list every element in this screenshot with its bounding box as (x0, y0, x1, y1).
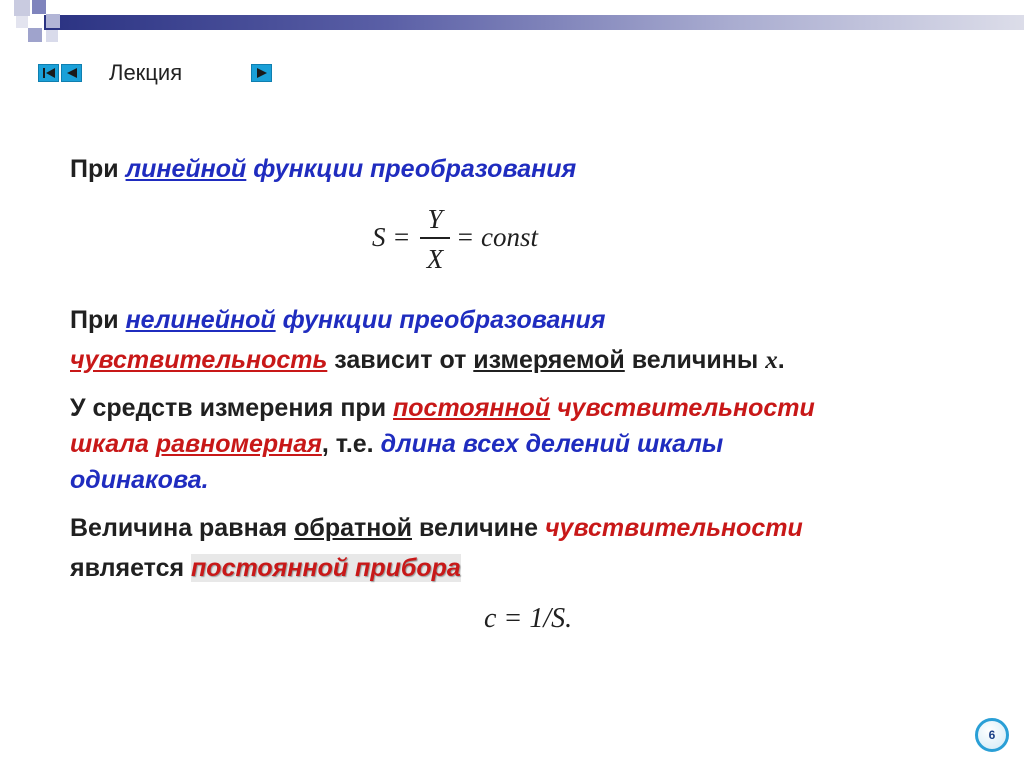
text-middle: величине (412, 514, 545, 542)
formula-rhs: = const (456, 222, 538, 252)
fraction-bar (420, 237, 450, 239)
variable-x: x (765, 347, 778, 374)
text-prefix: При (70, 155, 126, 183)
term-uniform: равномерная (155, 430, 322, 458)
lecture-title: Лекция (109, 60, 183, 85)
nav-group-back (38, 64, 82, 82)
term-sensitivity: чувствительности (544, 514, 803, 542)
term-measured: измеряемой (473, 346, 625, 374)
text-depends: зависит от (327, 346, 474, 374)
decor-square (32, 0, 46, 14)
formula-device-constant: c = 1/S. (484, 603, 572, 635)
formula-numerator: Y (427, 204, 443, 234)
triangle-right-icon (256, 68, 267, 78)
term-scale: шкала (70, 430, 156, 458)
text-prefix: У средств измерения при (70, 394, 394, 422)
term-constant: постоянной (393, 394, 551, 422)
header-gradient-bar (44, 15, 1024, 30)
skip-to-start-icon (42, 68, 55, 78)
term-nonlinear: нелинейной (125, 306, 276, 334)
text-quantity: величины (624, 346, 766, 374)
formula-denominator: X (426, 244, 444, 274)
text-transform-function: функции преобразования (275, 306, 606, 334)
decor-square (46, 14, 60, 28)
text-ie: , т.е. (321, 430, 381, 458)
paragraph-nonlinear-line2: чувствительность зависит от измеряемой в… (70, 346, 785, 374)
text-transform-function: функции преобразования (246, 155, 577, 183)
page-number: 6 (988, 728, 996, 742)
formula-text: c = 1/S. (484, 603, 573, 634)
paragraph-constant-line3: одинакова. (70, 468, 209, 493)
term-sensitivity: чувствительность (70, 346, 328, 374)
nav-first-button[interactable] (38, 64, 59, 82)
decor-square (14, 0, 30, 16)
paragraph-nonlinear-line1: При нелинейной функции преобразования (70, 308, 606, 333)
decor-square (28, 28, 42, 42)
text-division-length: длина всех делений шкалы (380, 430, 724, 458)
text-dot: . (777, 346, 785, 374)
term-linear: линейной (125, 155, 247, 183)
paragraph-constant-line2: шкала равномерная, т.е. длина всех делен… (70, 432, 723, 457)
paragraph-linear: При линейной функции преобразования (70, 157, 576, 182)
formula-lhs: S = (372, 222, 411, 252)
decor-square (46, 30, 58, 42)
term-inverse: обратной (294, 514, 412, 542)
page-number-badge: 6 (975, 718, 1009, 752)
decor-square (16, 16, 28, 28)
text-same: одинакова. (70, 466, 209, 494)
paragraph-constant-line1: У средств измерения при постоянной чувст… (70, 396, 815, 421)
text-prefix: Величина равная (70, 514, 295, 542)
triangle-left-icon (66, 68, 77, 78)
term-device-constant: постоянной прибора (191, 554, 461, 582)
nav-prev-button[interactable] (61, 64, 82, 82)
nav-group-forward (251, 64, 272, 82)
nav-next-button[interactable] (251, 64, 272, 82)
paragraph-inverse-line2: является постоянной прибора (70, 554, 461, 582)
text-is: является (70, 554, 192, 582)
term-sensitivity: чувствительности (550, 394, 815, 422)
text-prefix: При (70, 306, 126, 334)
paragraph-inverse-line1: Величина равная обратной величине чувств… (70, 516, 803, 541)
